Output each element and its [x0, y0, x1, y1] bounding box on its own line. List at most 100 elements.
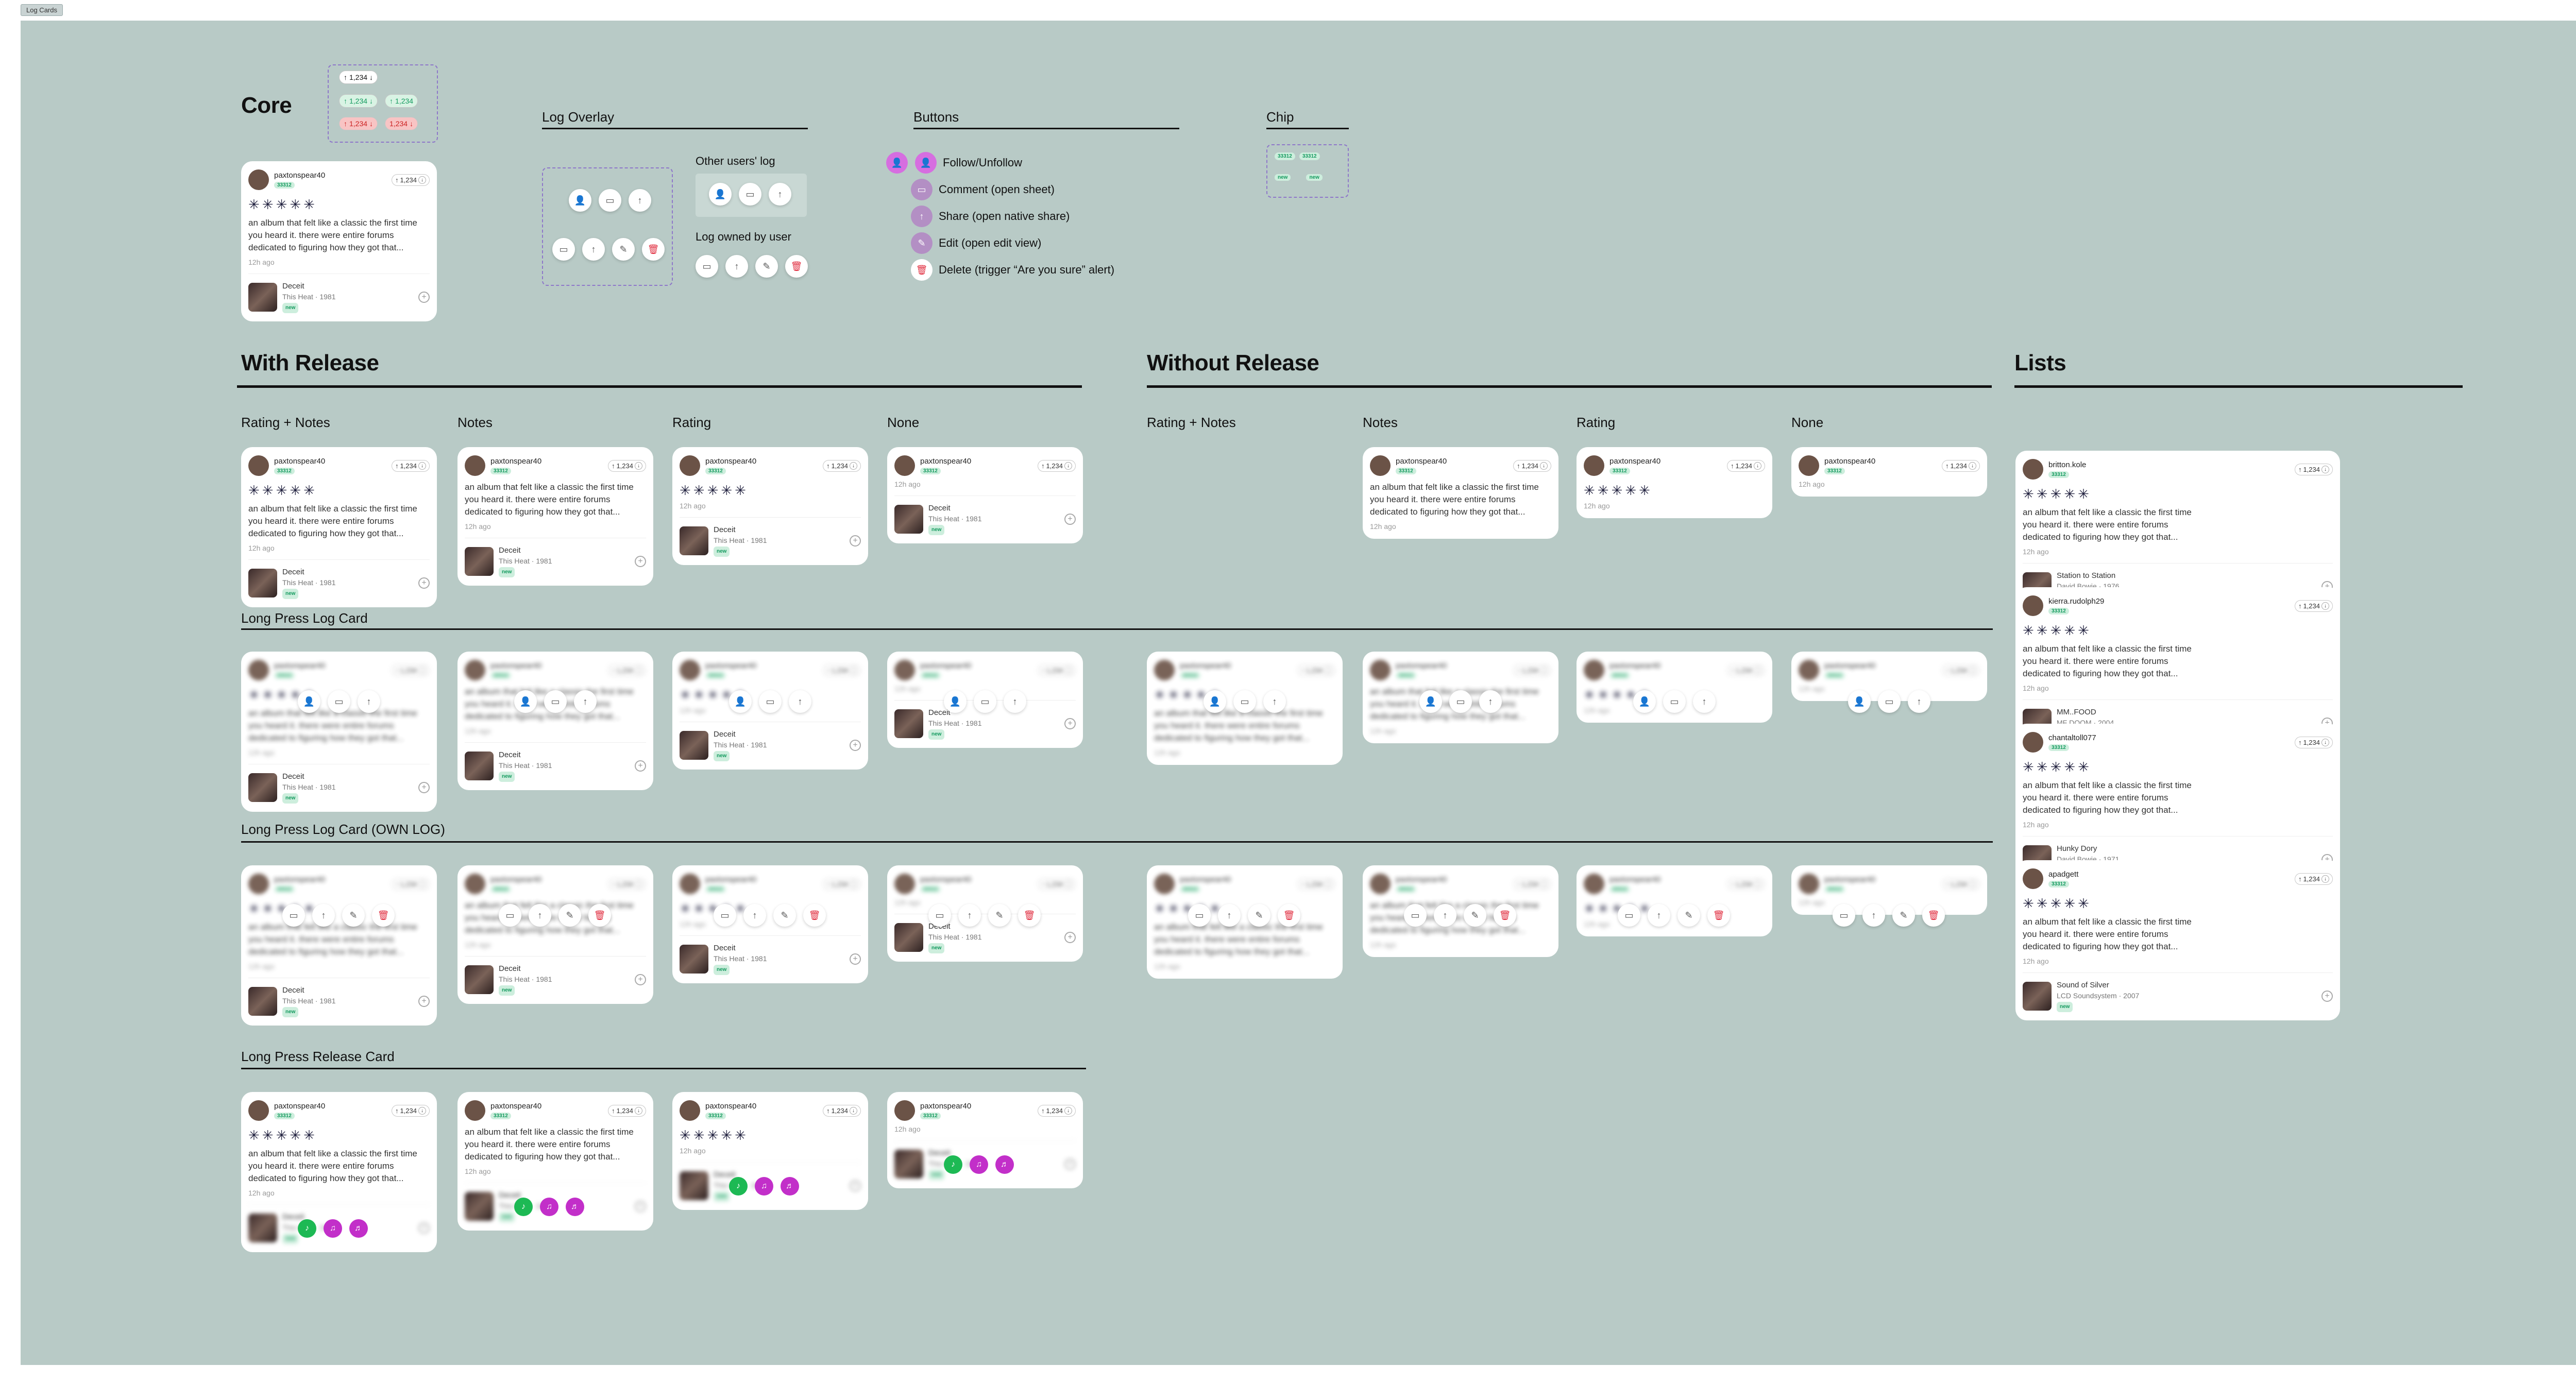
vote-chip[interactable]: ↑ 1,234 ↓	[1297, 878, 1335, 890]
log-card[interactable]: paxtonspear40 33312 ↑ 1,234 ↓ ✳✳✳✳✳ an album…	[1147, 652, 1343, 765]
avatar[interactable]	[680, 660, 700, 680]
avatar[interactable]	[894, 1100, 915, 1121]
music-link-icon[interactable]: ♬	[566, 1198, 584, 1216]
username[interactable]: paxtonspear40	[1609, 875, 1660, 884]
delete-icon[interactable]: 🗑	[1278, 904, 1300, 927]
add-icon[interactable]: +	[1064, 1158, 1076, 1170]
share-icon[interactable]: ↑	[629, 189, 651, 212]
username[interactable]: paxtonspear40	[274, 875, 325, 884]
share-icon[interactable]: ↑	[911, 206, 933, 227]
follow-icon[interactable]: 👤	[298, 690, 320, 713]
username[interactable]: paxtonspear40	[920, 457, 971, 466]
unfollow-icon[interactable]: 👤	[915, 152, 937, 174]
vote-chip[interactable]: ↑ 1,234 ↓	[1037, 878, 1076, 890]
spotify-icon[interactable]: ♪	[514, 1198, 533, 1216]
follow-icon[interactable]: 👤	[729, 690, 752, 713]
username[interactable]: paxtonspear40	[705, 661, 756, 670]
delete-icon[interactable]: 🗑	[911, 259, 933, 281]
comment-icon[interactable]: ▭	[974, 690, 996, 713]
follow-icon[interactable]: 👤	[569, 189, 591, 212]
log-card[interactable]: paxtonspear40 33312 ↑ 1,234 ↓ ✳✳✳✳✳ 12h ago D…	[672, 447, 868, 565]
username[interactable]: paxtonspear40	[490, 457, 541, 466]
album-art[interactable]	[894, 1150, 923, 1179]
log-card[interactable]: paxtonspear40 33312 ↑ 1,234 ↓ ✳✳✳✳✳ 12h ago	[1577, 447, 1772, 518]
username[interactable]: chantaltoll077	[2048, 733, 2096, 742]
avatar[interactable]	[465, 1100, 485, 1121]
comment-icon[interactable]: ▭	[1449, 690, 1472, 713]
album-art[interactable]	[248, 1214, 277, 1242]
share-icon[interactable]: ↑	[958, 904, 981, 927]
share-icon[interactable]: ↑	[582, 238, 605, 261]
edit-icon[interactable]: ✎	[1677, 904, 1700, 927]
username[interactable]: apadgett	[2048, 870, 2078, 879]
share-icon[interactable]: ↑	[529, 904, 551, 927]
vote-chip[interactable]: ↑ 1,234 ↓	[2294, 463, 2333, 475]
add-icon[interactable]: +	[418, 577, 430, 589]
log-card[interactable]: paxtonspear40 33312 ↑ 1,234 ↓ 12h ago ▭ ↑ ✎ 🗑	[1791, 865, 1987, 927]
vote-chip[interactable]: ↑ 1,234 ↓	[1726, 664, 1765, 676]
comment-icon[interactable]: ▭	[739, 183, 761, 206]
comment-icon[interactable]: ▭	[1618, 904, 1640, 927]
vote-chip[interactable]: ↑ 1,234 ↓	[2294, 600, 2333, 612]
vote-chip[interactable]: ↑ 1,234 ↓	[607, 664, 646, 676]
spotify-icon[interactable]: ♪	[729, 1177, 748, 1196]
share-icon[interactable]: ↑	[789, 690, 811, 713]
share-icon[interactable]: ↑	[1479, 690, 1502, 713]
comment-icon[interactable]: ▭	[1878, 690, 1901, 713]
album-art[interactable]	[248, 283, 277, 312]
vote-chip[interactable]: ↑ 1,234 ↓	[1513, 459, 1551, 472]
share-icon[interactable]: ↑	[1862, 904, 1885, 927]
album-art[interactable]	[465, 1192, 494, 1221]
vote-chip[interactable]: ↑ 1,234 ↓	[339, 71, 378, 84]
add-icon[interactable]: +	[635, 974, 646, 985]
comment-icon[interactable]: ▭	[928, 904, 951, 927]
music-link-icon[interactable]: ♬	[781, 1177, 799, 1196]
edit-icon[interactable]: ✎	[342, 904, 365, 927]
follow-icon[interactable]: 👤	[514, 690, 537, 713]
album-art[interactable]	[680, 945, 708, 974]
music-link-icon[interactable]: ♬	[995, 1155, 1014, 1174]
log-card[interactable]: paxtonspear4033312↑ 1,234 ↓12h agoDeceit…	[887, 865, 1083, 962]
username[interactable]: paxtonspear40	[490, 875, 541, 884]
edit-icon[interactable]: ✎	[911, 232, 933, 254]
vote-chip[interactable]: ↑ 1,234 ↓	[1513, 878, 1551, 890]
add-icon[interactable]: +	[850, 740, 861, 751]
vote-chip[interactable]: ↑ 1,234 ↓	[1037, 1104, 1076, 1117]
log-card[interactable]: paxtonspear4033312↑ 1,234 ↓an album that…	[1363, 652, 1558, 743]
username[interactable]: paxtonspear40	[705, 875, 756, 884]
edit-icon[interactable]: ✎	[773, 904, 796, 927]
follow-icon[interactable]: 👤	[1633, 690, 1656, 713]
album-art[interactable]	[248, 773, 277, 802]
spotify-icon[interactable]: ♪	[298, 1219, 316, 1238]
vote-chip[interactable]: ↑ 1,234 ↓	[822, 459, 861, 472]
share-icon[interactable]: ↑	[725, 255, 748, 278]
vote-chip[interactable]: ↑ 1,234 ↓	[2294, 873, 2333, 885]
delete-icon[interactable]: 🗑	[642, 238, 665, 261]
avatar[interactable]	[248, 1100, 269, 1121]
log-card[interactable]: paxtonspear40 33312 ↑ 1,234 ↓ ✳✳✳✳✳ 12h ago D…	[672, 652, 868, 770]
add-icon[interactable]: +	[850, 953, 861, 965]
avatar[interactable]	[248, 169, 269, 190]
log-card[interactable]: paxtonspear4033312↑ 1,234 ↓an album that…	[457, 447, 653, 586]
log-card[interactable]: paxtonspear40 33312 ↑ 1,234 ↓ 12h ago	[1791, 447, 1987, 497]
vote-chip-up[interactable]: ↑ 1,234 ↓	[339, 94, 378, 108]
delete-icon[interactable]: 🗑	[588, 904, 611, 927]
log-card[interactable]: paxtonspear40 33312 ↑ 1,234 ↓ 12h ago 👤 ▭ ↑	[1791, 652, 1987, 713]
avatar[interactable]	[1584, 660, 1604, 680]
log-card[interactable]: paxtonspear4033312↑ 1,234 ↓12h agoDeceit…	[887, 1092, 1083, 1188]
album-art[interactable]	[680, 731, 708, 760]
follow-icon[interactable]: 👤	[1419, 690, 1442, 713]
username[interactable]: paxtonspear40	[490, 661, 541, 670]
avatar[interactable]	[680, 874, 700, 894]
vote-chip[interactable]: ↑ 1,234 ↓	[607, 459, 646, 472]
vote-chip[interactable]: ↑ 1,234 ↓	[1941, 878, 1980, 890]
vote-chip-down[interactable]: ↑ 1,234 ↓	[339, 117, 378, 130]
share-icon[interactable]: ↑	[574, 690, 597, 713]
vote-chip[interactable]: ↑ 1,234 ↓	[607, 878, 646, 890]
add-icon[interactable]: +	[850, 1180, 861, 1191]
username[interactable]: kierra.rudolph29	[2048, 597, 2104, 606]
edit-icon[interactable]: ✎	[558, 904, 581, 927]
avatar[interactable]	[1370, 455, 1391, 476]
comment-icon[interactable]: ▭	[282, 904, 305, 927]
avatar[interactable]	[1370, 874, 1391, 894]
